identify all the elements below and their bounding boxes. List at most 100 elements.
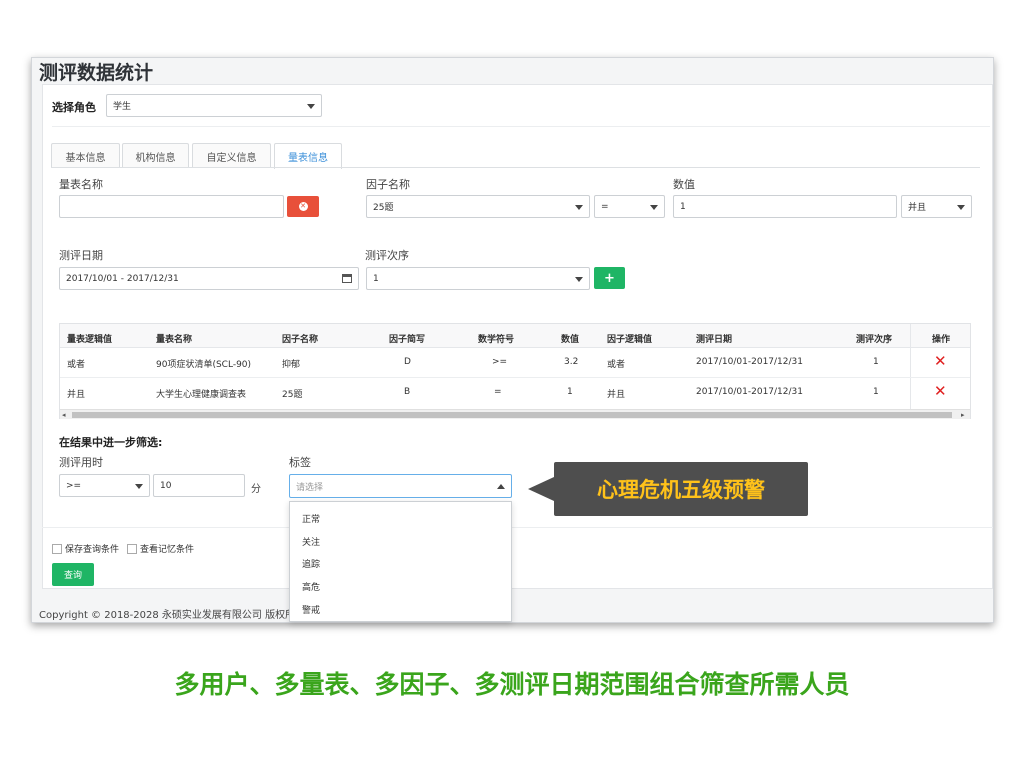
col-header: 量表名称: [156, 335, 193, 345]
time-operator-select[interactable]: >=: [59, 474, 150, 497]
role-label: 选择角色: [52, 101, 96, 114]
table-cell: 3.2: [564, 357, 579, 367]
time-unit: 分: [251, 484, 261, 495]
order-value: 1: [373, 273, 379, 284]
chevron-down-icon: [575, 276, 583, 282]
horizontal-scrollbar[interactable]: ◂ ▸: [60, 409, 970, 419]
role-select[interactable]: 学生: [106, 94, 322, 117]
view-memory-option[interactable]: 查看记忆条件: [127, 542, 194, 555]
chevron-up-icon: [497, 484, 505, 489]
table-cell: 或者: [607, 360, 626, 370]
logic-value: 并且: [908, 203, 927, 213]
col-header: 测评次序: [856, 335, 893, 345]
order-select[interactable]: 1: [366, 267, 590, 290]
tag-select[interactable]: 请选择: [289, 474, 512, 498]
table-cell: 1: [873, 387, 879, 397]
table-cell: 并且: [67, 390, 86, 400]
table-cell: 大学生心理健康调查表: [156, 390, 247, 400]
divider: [52, 126, 990, 127]
dropdown-option[interactable]: 追踪: [302, 557, 320, 570]
copyright: Copyright © 2018-2028 永硕实业发展有限公司 版权所: [39, 610, 296, 621]
scroll-right-icon[interactable]: ▸: [961, 411, 965, 419]
time-value-input[interactable]: 10: [153, 474, 245, 497]
col-header: 因子逻辑值: [607, 335, 653, 345]
table-cell: 90项症状清单(SCL-90): [156, 360, 252, 370]
chevron-down-icon: [575, 204, 583, 210]
tag-dropdown: 正常 关注 追踪 高危 警戒: [289, 501, 512, 622]
refine-title: 在结果中进一步筛选:: [59, 436, 163, 449]
col-header: 因子简写: [389, 335, 426, 345]
tab-custom-info[interactable]: 自定义信息: [192, 143, 271, 168]
row-divider: [60, 377, 970, 378]
view-memory-checkbox[interactable]: [127, 543, 137, 554]
scrollbar-thumb[interactable]: [72, 412, 952, 418]
table-cell: B: [404, 387, 411, 397]
table-cell: 25题: [282, 390, 303, 400]
bottom-caption: 多用户、多量表、多因子、多测评日期范围组合筛查所需人员: [174, 670, 850, 699]
time-operator-value: >=: [66, 480, 82, 491]
column-divider: [910, 324, 911, 409]
delete-row-icon[interactable]: ✕: [934, 384, 947, 399]
query-button[interactable]: 查询: [52, 563, 94, 586]
save-query-label: 保存查询条件: [65, 545, 120, 555]
time-label: 测评用时: [59, 456, 103, 469]
chevron-down-icon: [135, 483, 143, 489]
role-select-value: 学生: [113, 102, 132, 112]
save-query-checkbox[interactable]: [52, 543, 62, 554]
callout-banner: 心理危机五级预警: [554, 462, 808, 516]
chevron-down-icon: [650, 204, 658, 210]
tab-scale-info[interactable]: 量表信息: [274, 143, 342, 169]
callout-arrow: [528, 477, 554, 501]
table-cell: 或者: [67, 360, 86, 370]
logic-select[interactable]: 并且: [901, 195, 972, 218]
dropdown-option[interactable]: 高危: [302, 580, 320, 593]
delete-row-icon[interactable]: ✕: [934, 354, 947, 369]
order-label: 测评次序: [365, 249, 409, 262]
tag-placeholder: 请选择: [296, 482, 324, 493]
tab-underline: [51, 167, 980, 168]
date-range-value: 2017/10/01 - 2017/12/31: [66, 273, 179, 284]
table-cell: D: [404, 357, 411, 367]
scale-name-label: 量表名称: [59, 178, 103, 191]
table-cell: 抑郁: [282, 360, 301, 370]
table-cell: 2017/10/01-2017/12/31: [696, 387, 803, 397]
conditions-table: 量表逻辑值 量表名称 因子名称 因子简写 数学符号 数值 因子逻辑值 测评日期 …: [59, 323, 971, 419]
add-condition-button[interactable]: +: [594, 267, 625, 289]
operator-value: =: [601, 201, 609, 212]
dropdown-option[interactable]: 正常: [302, 512, 320, 525]
divider: [42, 527, 993, 528]
chevron-down-icon: [957, 204, 965, 210]
date-range-input[interactable]: 2017/10/01 - 2017/12/31: [59, 267, 359, 290]
tab-basic-info[interactable]: 基本信息: [51, 143, 120, 168]
col-header: 量表逻辑值: [67, 335, 113, 345]
app-window: 测评数据统计 选择角色 学生 基本信息 机构信息 自定义信息 量表信息 量表名称…: [31, 57, 994, 623]
calendar-icon[interactable]: [342, 274, 352, 283]
table-cell: =: [494, 387, 502, 397]
operator-select[interactable]: =: [594, 195, 665, 218]
tab-org-info[interactable]: 机构信息: [122, 143, 189, 168]
number-input[interactable]: 1: [673, 195, 897, 218]
page-title: 测评数据统计: [39, 62, 154, 84]
table-header: [60, 324, 970, 348]
col-header: 数值: [561, 335, 580, 345]
col-header: 操作: [932, 335, 951, 345]
dropdown-option[interactable]: 关注: [302, 535, 320, 548]
date-label: 测评日期: [59, 249, 103, 262]
tag-label: 标签: [289, 456, 311, 469]
scroll-left-icon[interactable]: ◂: [62, 411, 66, 419]
number-label: 数值: [673, 178, 695, 191]
table-cell: 1: [567, 387, 573, 397]
table-cell: 并且: [607, 390, 626, 400]
table-cell: 1: [873, 357, 879, 367]
dropdown-option[interactable]: 警戒: [302, 603, 320, 616]
clear-scale-button[interactable]: ✕: [287, 196, 319, 217]
scale-name-input[interactable]: [59, 195, 284, 218]
col-header: 因子名称: [282, 335, 319, 345]
factor-name-value: 25题: [373, 203, 394, 213]
factor-name-select[interactable]: 25题: [366, 195, 590, 218]
chevron-down-icon: [307, 103, 315, 109]
table-cell: >=: [492, 357, 508, 367]
save-query-option[interactable]: 保存查询条件: [52, 542, 119, 555]
view-memory-label: 查看记忆条件: [140, 545, 195, 555]
col-header: 数学符号: [478, 335, 515, 345]
